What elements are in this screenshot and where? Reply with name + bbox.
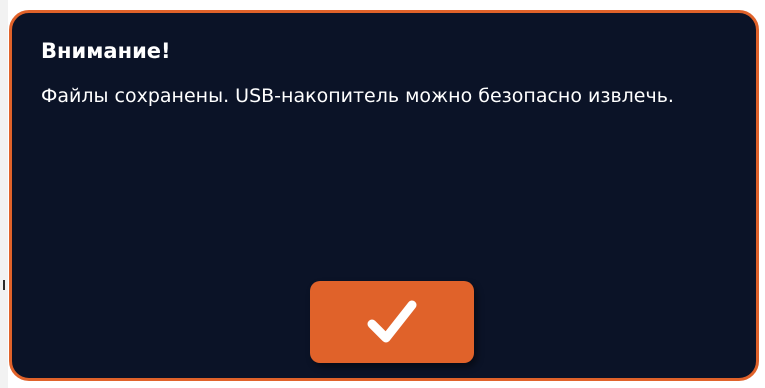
confirm-button[interactable]	[310, 281, 474, 363]
alert-dialog: Внимание! Файлы сохранены. USB-накопител…	[9, 10, 759, 381]
background-window-edge	[0, 0, 8, 388]
dialog-message: Файлы сохранены. USB-накопитель можно бе…	[41, 85, 674, 107]
dialog-title: Внимание!	[41, 39, 171, 63]
background-edge-mark	[3, 280, 5, 290]
checkmark-icon	[367, 300, 417, 343]
